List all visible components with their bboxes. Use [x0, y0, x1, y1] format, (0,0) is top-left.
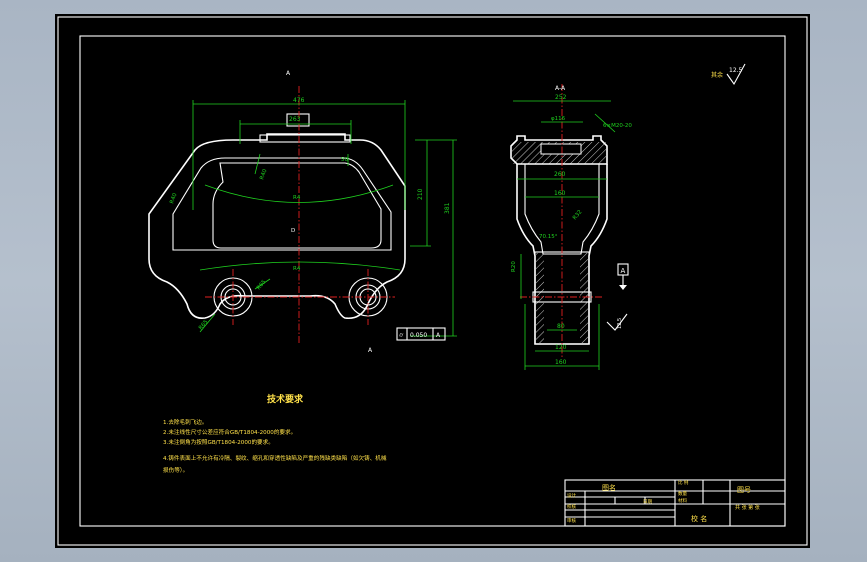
roughness-value: 12.5 — [729, 67, 743, 74]
bore-cavity — [540, 143, 582, 155]
dim-side: R40 — [169, 192, 179, 205]
datum-a-box: A — [617, 263, 629, 290]
tech-requirements: 技术要求 1.去除毛刺飞边。 2.未注线性尺寸公差应符合GB/T1804-200… — [163, 393, 387, 474]
roughness-label: 其余 — [711, 71, 723, 79]
datum-d: D — [291, 228, 295, 234]
dim-height-inner: 210 — [417, 188, 424, 200]
dim-arc-upper: R4 — [293, 195, 301, 201]
dim-left-radius: R40 — [259, 168, 269, 181]
title-block: 图名 比 例 数量 材料 图号 设计 校核 审核 日期 共 张 第 张 校 名 — [564, 479, 786, 527]
section-mark-top: A — [286, 70, 291, 77]
title-checker: 校核 — [567, 503, 576, 510]
dim-taper: 70.15° — [539, 234, 558, 240]
title-drawing-name: 图名 — [602, 483, 616, 492]
dim-height-total: 381 — [444, 202, 451, 214]
inner-border — [79, 35, 786, 527]
title-designer: 设计 — [567, 492, 576, 499]
dim-bottom-2: 120 — [555, 344, 567, 351]
dim-arc-lower: R4 — [293, 266, 301, 272]
front-view: A A 476 263 50 R40 R40 R4 R4 210 381 R65… — [148, 70, 457, 354]
dim-slot: 6×M20-20 — [603, 123, 632, 129]
svg-text:0.050: 0.050 — [410, 332, 427, 339]
section-view: A-A 252 φ116 6×M20-20 260 160 70.15° R32… — [510, 84, 632, 370]
tech-title: 技术要求 — [267, 393, 304, 405]
section-mark-bottom: A — [368, 347, 373, 354]
tech-item-4: 4.铸件表面上不允许有冷隔、裂纹、缩孔和穿透性缺陷及严重的残缺类缺陷（如欠铸、机… — [163, 454, 387, 462]
drawing-sheet: A A 476 263 50 R40 R40 R4 R4 210 381 R65… — [55, 14, 810, 548]
dim-bottom-1: 80 — [557, 323, 565, 330]
surface-finish-mark: 12.5 — [606, 313, 628, 331]
front-inner-window — [212, 162, 382, 249]
svg-text:⌭: ⌭ — [399, 332, 404, 339]
top-land — [259, 134, 351, 143]
tolerance-frame: ⌭ 0.050 A — [396, 327, 446, 341]
hub-hatch-right — [580, 253, 588, 343]
dim-bottom-3: 160 — [555, 359, 567, 366]
tech-item-2: 2.未注线性尺寸公差应符合GB/T1804-2000的要求。 — [163, 428, 296, 436]
svg-text:A: A — [621, 267, 626, 275]
dim-hole-left: R65 — [198, 319, 210, 332]
dim-width: R32 — [572, 209, 584, 221]
title-date-label: 日期 — [643, 499, 652, 505]
roughness-note: 其余 12.5 — [711, 63, 746, 86]
dim-bore: φ116 — [551, 116, 566, 122]
dim-depth: 50 — [341, 157, 348, 163]
title-reviewer: 审核 — [567, 517, 576, 524]
dim-hole: R65 — [256, 279, 268, 292]
dim-top-width: 263 — [289, 116, 301, 123]
dim-160: 160 — [554, 190, 566, 197]
title-sheets: 共 张 第 张 — [735, 504, 760, 511]
svg-text:12.5: 12.5 — [617, 318, 623, 329]
svg-text:A: A — [436, 332, 441, 339]
title-school: 校 名 — [691, 514, 707, 523]
title-material-label: 材料 — [678, 497, 687, 504]
dim-section-top: 252 — [555, 94, 567, 101]
dim-260: 260 — [554, 171, 566, 178]
cad-drawing: A A 476 263 50 R40 R40 R4 R4 210 381 R65… — [57, 16, 808, 546]
tech-item-5: 损伤等）。 — [163, 466, 188, 474]
outer-border — [57, 16, 808, 546]
dim-height-left: R20 — [511, 261, 517, 272]
tech-item-3: 3.未注倒角为按照GB/T1804-2000的要求。 — [163, 438, 274, 446]
front-outer-contour — [148, 133, 406, 320]
title-quantity-label: 数量 — [678, 490, 687, 497]
title-drawing-number: 图号 — [737, 486, 751, 494]
dim-overall-width: 476 — [293, 97, 305, 104]
tech-item-1: 1.去除毛刺飞边。 — [163, 418, 208, 426]
title-scale-label: 比 例 — [678, 479, 689, 486]
hub-hatch-left — [536, 253, 544, 343]
section-title: A-A — [555, 85, 566, 92]
